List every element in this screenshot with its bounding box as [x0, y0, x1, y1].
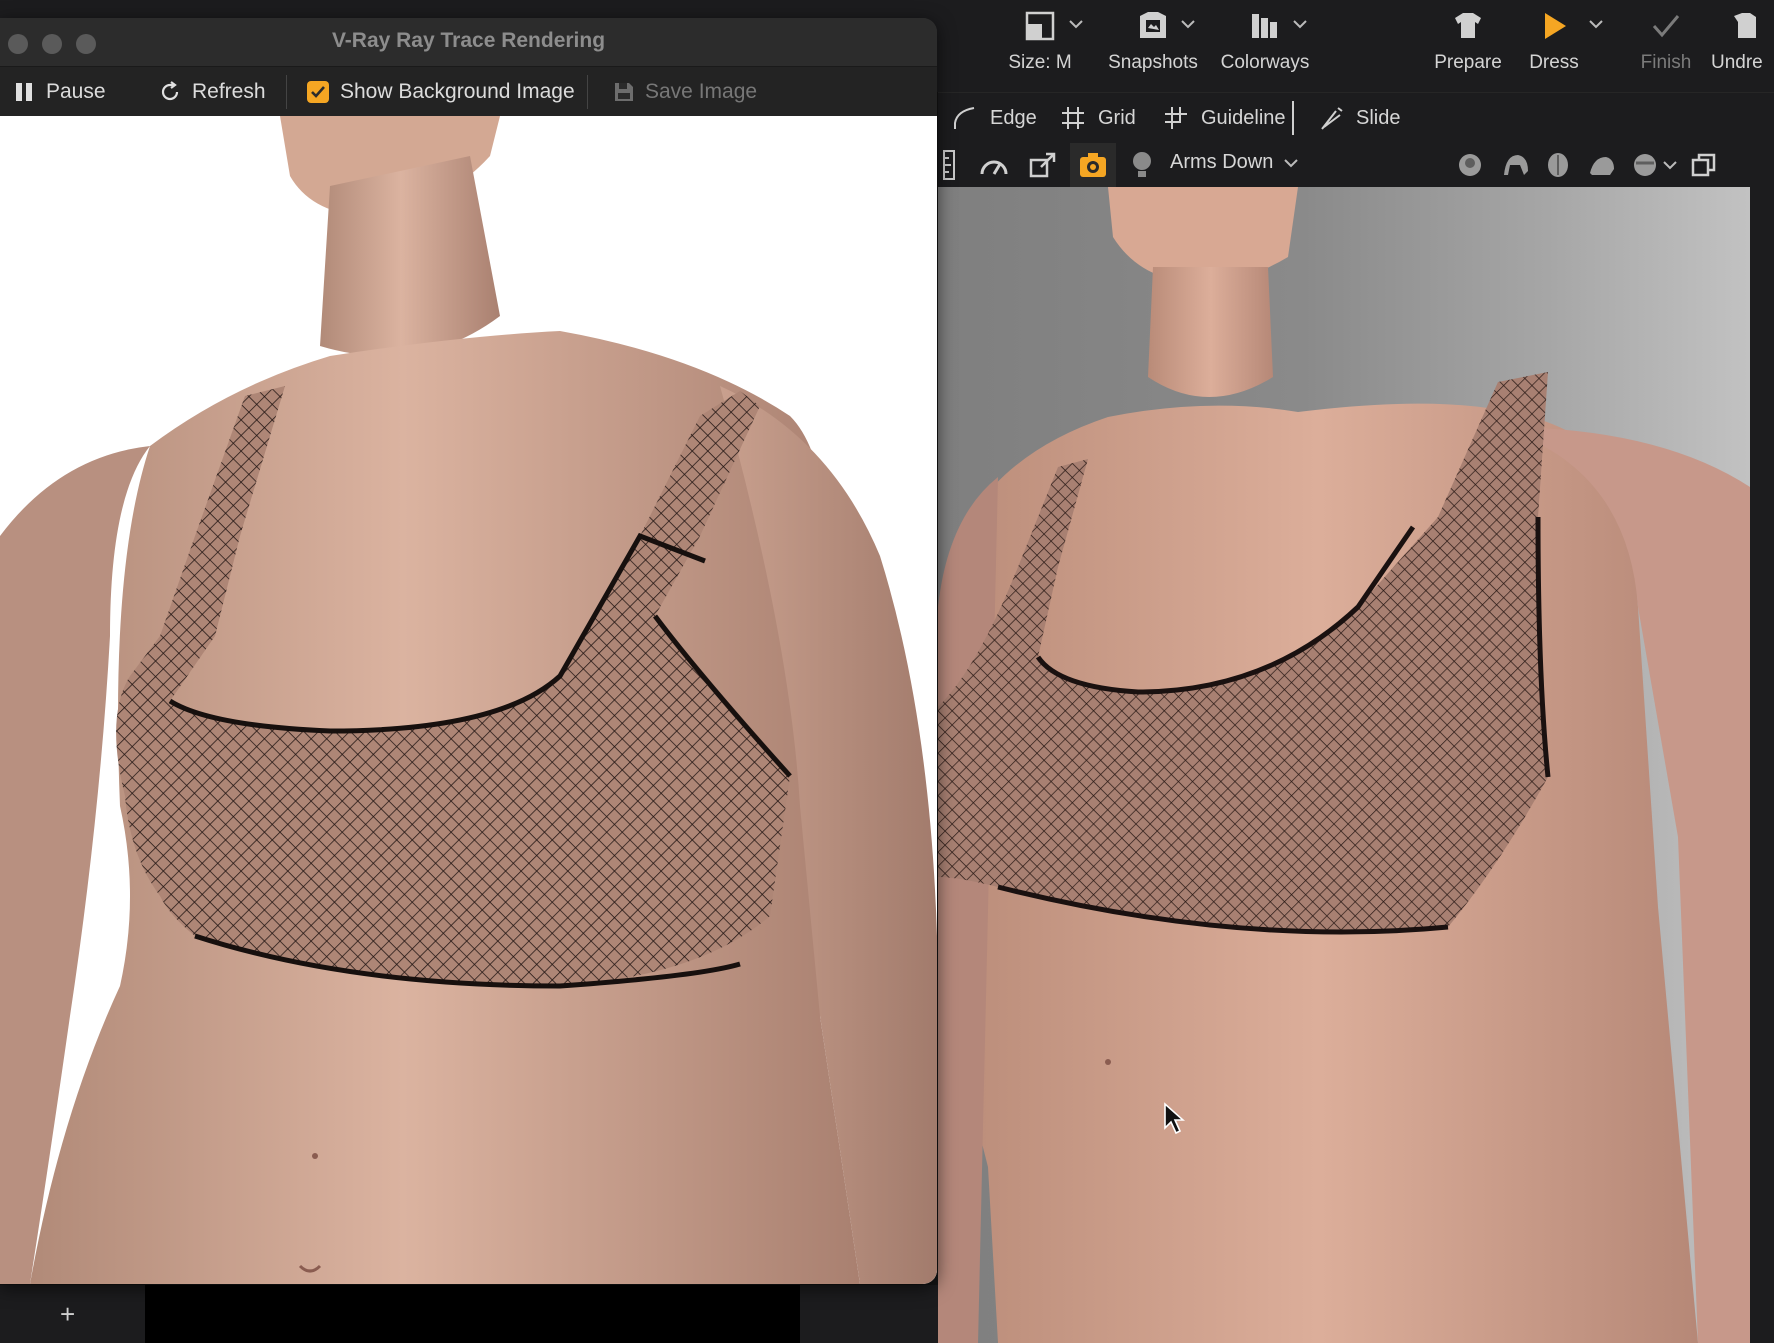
refresh-button[interactable]: Refresh [158, 77, 266, 107]
right-side-strip [1750, 143, 1774, 1343]
lightbulb-icon[interactable] [1130, 149, 1154, 181]
edge-tool[interactable]: Edge [952, 103, 1037, 133]
3d-viewport[interactable] [938, 187, 1750, 1343]
undress-button[interactable]: Undre [1711, 8, 1774, 88]
pose-dropdown[interactable]: Arms Down [1170, 151, 1299, 174]
pause-label: Pause [46, 80, 106, 103]
chevron-down-icon[interactable] [1068, 18, 1084, 30]
chevron-down-icon[interactable] [1180, 18, 1196, 30]
toolbar-divider [587, 75, 588, 109]
show-background-label: Show Background Image [340, 80, 575, 103]
grid-icon [1062, 107, 1084, 129]
snapshot-shirt-icon [1135, 8, 1171, 44]
prepare-label: Prepare [1434, 52, 1502, 73]
finish-label: Finish [1640, 52, 1692, 73]
view-toolbar: Arms Down [938, 143, 1774, 187]
save-image-button[interactable]: Save Image [613, 77, 757, 107]
camera-icon [1080, 153, 1106, 177]
slide-tool[interactable]: Slide [1318, 103, 1400, 133]
grid-tool[interactable]: Grid [1060, 103, 1136, 133]
play-icon [1536, 8, 1572, 44]
avatar-head-icon[interactable] [1456, 151, 1484, 179]
slide-icon [1321, 107, 1343, 130]
chevron-down-icon[interactable] [1588, 18, 1604, 30]
toolbar-divider [286, 75, 287, 109]
avatar-shoes-icon[interactable] [1586, 151, 1618, 179]
edge-label: Edge [990, 106, 1037, 129]
render-toolbar: Pause Refresh Show Background Image Save… [0, 66, 937, 117]
grid-label: Grid [1098, 106, 1136, 129]
toolbar-divider [1292, 101, 1294, 135]
avatar-hair-icon[interactable] [1500, 151, 1532, 179]
vray-render-window: V-Ray Ray Trace Rendering Pause Refresh … [0, 18, 937, 1284]
ruler-icon[interactable] [942, 150, 956, 180]
save-icon [615, 83, 633, 101]
avatar-3d-render [938, 187, 1750, 1343]
chevron-down-icon[interactable] [1662, 159, 1678, 171]
refresh-label: Refresh [192, 80, 266, 103]
camera-toggle[interactable] [1070, 143, 1116, 187]
window-restore-icon[interactable] [1690, 151, 1718, 179]
guideline-label: Guideline [1201, 106, 1286, 129]
chevron-down-icon [1284, 158, 1299, 167]
guideline-tool[interactable]: Guideline [1163, 103, 1286, 133]
colorways-label: Colorways [1220, 52, 1310, 73]
finish-button[interactable]: Finish [1611, 8, 1721, 88]
bottom-canvas [145, 1285, 800, 1343]
window-title: V-Ray Ray Trace Rendering [331, 29, 606, 52]
edit-toolbar: Edge Grid Guideline Slide [938, 92, 1774, 143]
guideline-icon [1165, 107, 1187, 129]
save-image-label: Save Image [645, 80, 758, 103]
avatar-display-icon[interactable] [1630, 151, 1660, 179]
pause-icon [16, 83, 32, 101]
avatar-skin-icon[interactable] [1544, 151, 1572, 179]
refresh-icon [161, 81, 179, 101]
prepare-shirt-icon [1450, 8, 1486, 44]
pause-button[interactable]: Pause [14, 77, 106, 107]
dress-label: Dress [1529, 52, 1579, 73]
undress-icon [1725, 8, 1761, 44]
render-image [0, 116, 937, 1284]
window-titlebar[interactable]: V-Ray Ray Trace Rendering [0, 18, 937, 66]
checkbox-checked-icon [307, 81, 329, 103]
chevron-down-icon[interactable] [1292, 18, 1308, 30]
mouse-cursor-icon [1164, 1102, 1185, 1135]
edge-icon [954, 107, 975, 129]
pose-value: Arms Down [1170, 151, 1274, 173]
ray-trace-render [0, 116, 937, 1284]
speed-gauge-icon[interactable] [978, 150, 1010, 180]
size-icon [1022, 8, 1058, 44]
scale-icon[interactable] [1028, 150, 1058, 180]
colorways-icon [1247, 8, 1283, 44]
undress-label: Undre [1711, 52, 1763, 73]
snapshots-label: Snapshots [1108, 52, 1198, 73]
checkmark-icon [1648, 8, 1684, 44]
size-label: Size: M [1008, 52, 1072, 73]
show-background-checkbox[interactable]: Show Background Image [306, 77, 575, 107]
add-button[interactable]: + [60, 1299, 75, 1330]
slide-label: Slide [1356, 106, 1401, 129]
